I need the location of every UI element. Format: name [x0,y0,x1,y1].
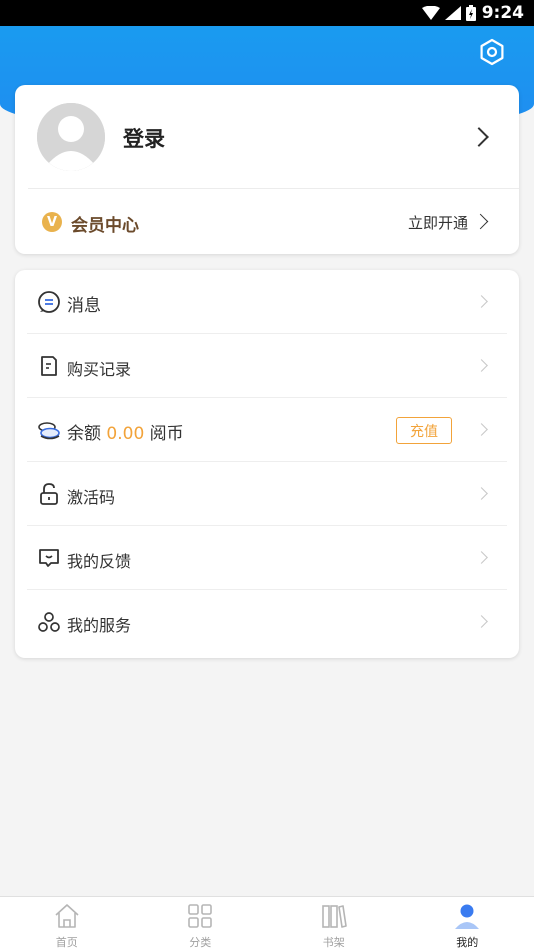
login-link[interactable]: 登录 [123,123,165,153]
bottom-tab-bar: 首页 分类 书架 我的 [0,896,534,950]
menu-label-activation: 激活码 [67,488,116,507]
menu-label-purchases: 购买记录 [67,360,132,379]
tab-home[interactable]: 首页 [0,897,134,950]
grid-icon [188,904,213,928]
status-bar: 9:24 [0,0,534,26]
services-icon [38,612,60,632]
avatar[interactable] [37,103,105,171]
vip-chevron-icon[interactable] [472,213,489,230]
menu-label-services: 我的服务 [67,616,132,635]
balance-text: 余额 0.00 阅币 [67,419,184,444]
wifi-icon [421,6,440,20]
tab-label: 我的 [456,936,479,949]
menu-label-messages: 消息 [67,296,101,316]
menu-item-feedback[interactable]: 我的反馈 [15,526,519,590]
battery-icon [465,5,476,21]
chevron-right-icon [475,295,488,308]
chevron-right-icon [475,487,488,500]
menu-item-messages[interactable]: 消息 [15,270,519,334]
vip-center-label[interactable]: 会员中心 [71,211,139,236]
chevron-right-icon [475,359,488,372]
vip-open-link[interactable]: 立即开通 [408,212,468,233]
menu-item-balance[interactable]: 余额 0.00 阅币 充值 [15,398,519,462]
tab-label: 分类 [189,936,212,949]
balance-amount: 0.00 [106,424,145,444]
default-avatar-icon [37,103,105,171]
signal-icon [444,6,461,20]
status-time: 9:24 [481,3,524,23]
tab-profile[interactable]: 我的 [401,897,534,950]
receipt-icon [41,356,57,376]
profile-chevron-icon[interactable] [469,127,489,147]
profile-icon [455,904,480,929]
chevron-right-icon [475,423,488,436]
recharge-button[interactable]: 充值 [396,417,452,444]
profile-card: 登录 V 会员中心 立即开通 [15,85,519,254]
coins-icon [38,422,60,440]
chevron-right-icon [475,551,488,564]
menu-item-services[interactable]: 我的服务 [15,590,519,654]
vip-badge-icon: V [42,212,62,232]
balance-prefix: 余额 [67,424,101,444]
tab-categories[interactable]: 分类 [134,897,268,950]
message-icon [38,291,60,313]
lock-icon [40,483,58,505]
menu-item-activation[interactable]: 激活码 [15,462,519,526]
menu-label-feedback: 我的反馈 [67,552,132,571]
tab-label: 首页 [55,936,78,949]
tab-bookshelf[interactable]: 书架 [267,897,401,950]
menu-item-purchases[interactable]: 购买记录 [15,334,519,398]
settings-icon [480,38,504,66]
feedback-icon [39,549,59,567]
menu-card: 消息 购买记录 余额 0.00 阅币 充值 激活码 我的反馈 我的服务 [15,270,519,658]
home-icon [55,904,79,928]
tab-label: 书架 [322,936,345,949]
divider [28,188,519,189]
settings-button[interactable] [478,38,506,66]
balance-unit: 阅币 [149,424,184,444]
status-icons [421,5,476,21]
chevron-right-icon [475,615,488,628]
bookshelf-icon [321,905,347,928]
